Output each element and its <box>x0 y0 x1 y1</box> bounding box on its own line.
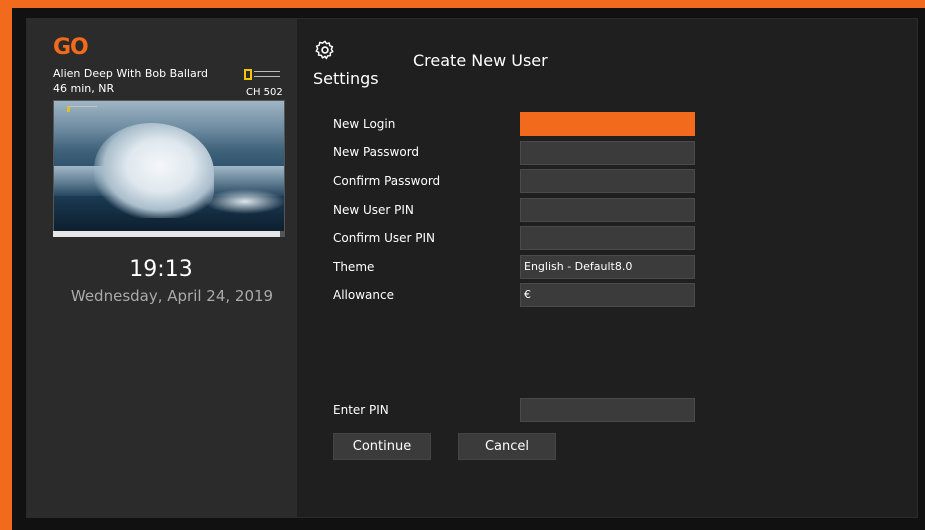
confirm-password-field[interactable] <box>520 169 695 193</box>
gear-icon <box>315 40 334 60</box>
clock-time: 19:13 <box>129 257 193 282</box>
cancel-button[interactable]: Cancel <box>458 433 556 460</box>
continue-button[interactable]: Continue <box>333 433 431 460</box>
theme-label: Theme <box>333 260 375 274</box>
allowance-field[interactable]: € <box>520 283 695 307</box>
national-geographic-logo <box>244 68 282 80</box>
new-user-pin-label: New User PIN <box>333 203 414 217</box>
new-login-field[interactable] <box>520 112 695 136</box>
confirm-user-pin-label: Confirm User PIN <box>333 231 436 245</box>
allowance-label: Allowance <box>333 288 394 302</box>
new-user-pin-field[interactable] <box>520 198 695 222</box>
confirm-password-label: Confirm Password <box>333 174 441 188</box>
enter-pin-field[interactable] <box>520 398 695 422</box>
page-title: Create New User <box>413 51 548 70</box>
now-playing-panel: GO Alien Deep With Bob Ballard 46 min, N… <box>27 19 297 517</box>
playback-progress-bar <box>53 231 285 237</box>
theme-select[interactable]: English - Default8.0 <box>520 255 695 279</box>
new-password-field[interactable] <box>520 141 695 165</box>
show-meta: 46 min, NR <box>53 82 115 95</box>
enter-pin-label: Enter PIN <box>333 403 389 417</box>
settings-label: Settings <box>313 69 379 88</box>
video-preview[interactable] <box>53 100 285 232</box>
screen: GO Alien Deep With Bob Ballard 46 min, N… <box>26 18 918 518</box>
clock-date: Wednesday, April 24, 2019 <box>70 287 274 305</box>
new-login-label: New Login <box>333 117 396 131</box>
show-title: Alien Deep With Bob Ballard <box>53 67 209 80</box>
video-channel-logo <box>67 106 97 112</box>
go-logo: GO <box>53 35 89 60</box>
playback-progress-fill <box>53 231 281 237</box>
confirm-user-pin-field[interactable] <box>520 226 695 250</box>
channel-number: CH 502 <box>246 87 283 98</box>
new-password-label: New Password <box>333 145 420 159</box>
